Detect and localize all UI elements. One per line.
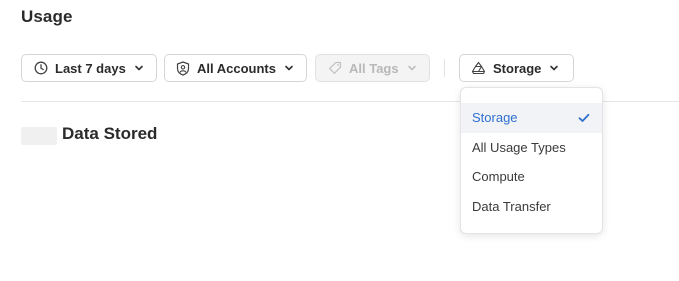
dropdown-option-compute[interactable]: Compute (461, 162, 602, 192)
usage-type-filter-button[interactable]: Storage (459, 54, 574, 82)
dropdown-option-label: All Usage Types (472, 139, 566, 155)
tags-filter-button: All Tags (315, 54, 430, 82)
tag-icon (327, 61, 342, 76)
dropdown-option-storage[interactable]: Storage (461, 103, 602, 133)
storage-stack-icon (471, 61, 486, 76)
checkmark-icon (578, 103, 590, 133)
chevron-down-icon (549, 63, 559, 73)
usage-type-dropdown-menu: Storage All Usage Types Compute Data Tra… (460, 87, 603, 234)
page-title: Usage (21, 7, 73, 26)
chevron-down-icon (407, 63, 417, 73)
usage-type-filter-label: Storage (493, 60, 542, 76)
account-shield-icon (176, 60, 190, 76)
section-icon-placeholder (21, 127, 57, 145)
usage-page: Usage Last 7 days All Accounts All Tags … (0, 0, 679, 281)
dropdown-option-all-usage-types[interactable]: All Usage Types (461, 133, 602, 163)
date-range-filter-label: Last 7 days (55, 60, 126, 76)
accounts-filter-label: All Accounts (197, 60, 276, 76)
filter-divider (444, 59, 445, 77)
clock-icon (33, 61, 48, 76)
chevron-down-icon (134, 63, 144, 73)
section-title: Data Stored (62, 124, 158, 143)
dropdown-option-label: Compute (472, 169, 525, 184)
tags-filter-label: All Tags (349, 60, 399, 76)
dropdown-option-data-transfer[interactable]: Data Transfer (461, 192, 602, 222)
accounts-filter-button[interactable]: All Accounts (164, 54, 307, 82)
date-range-filter-button[interactable]: Last 7 days (21, 54, 157, 82)
dropdown-option-label: Data Transfer (472, 198, 551, 214)
chevron-down-icon (284, 63, 294, 73)
dropdown-option-label: Storage (472, 110, 518, 125)
